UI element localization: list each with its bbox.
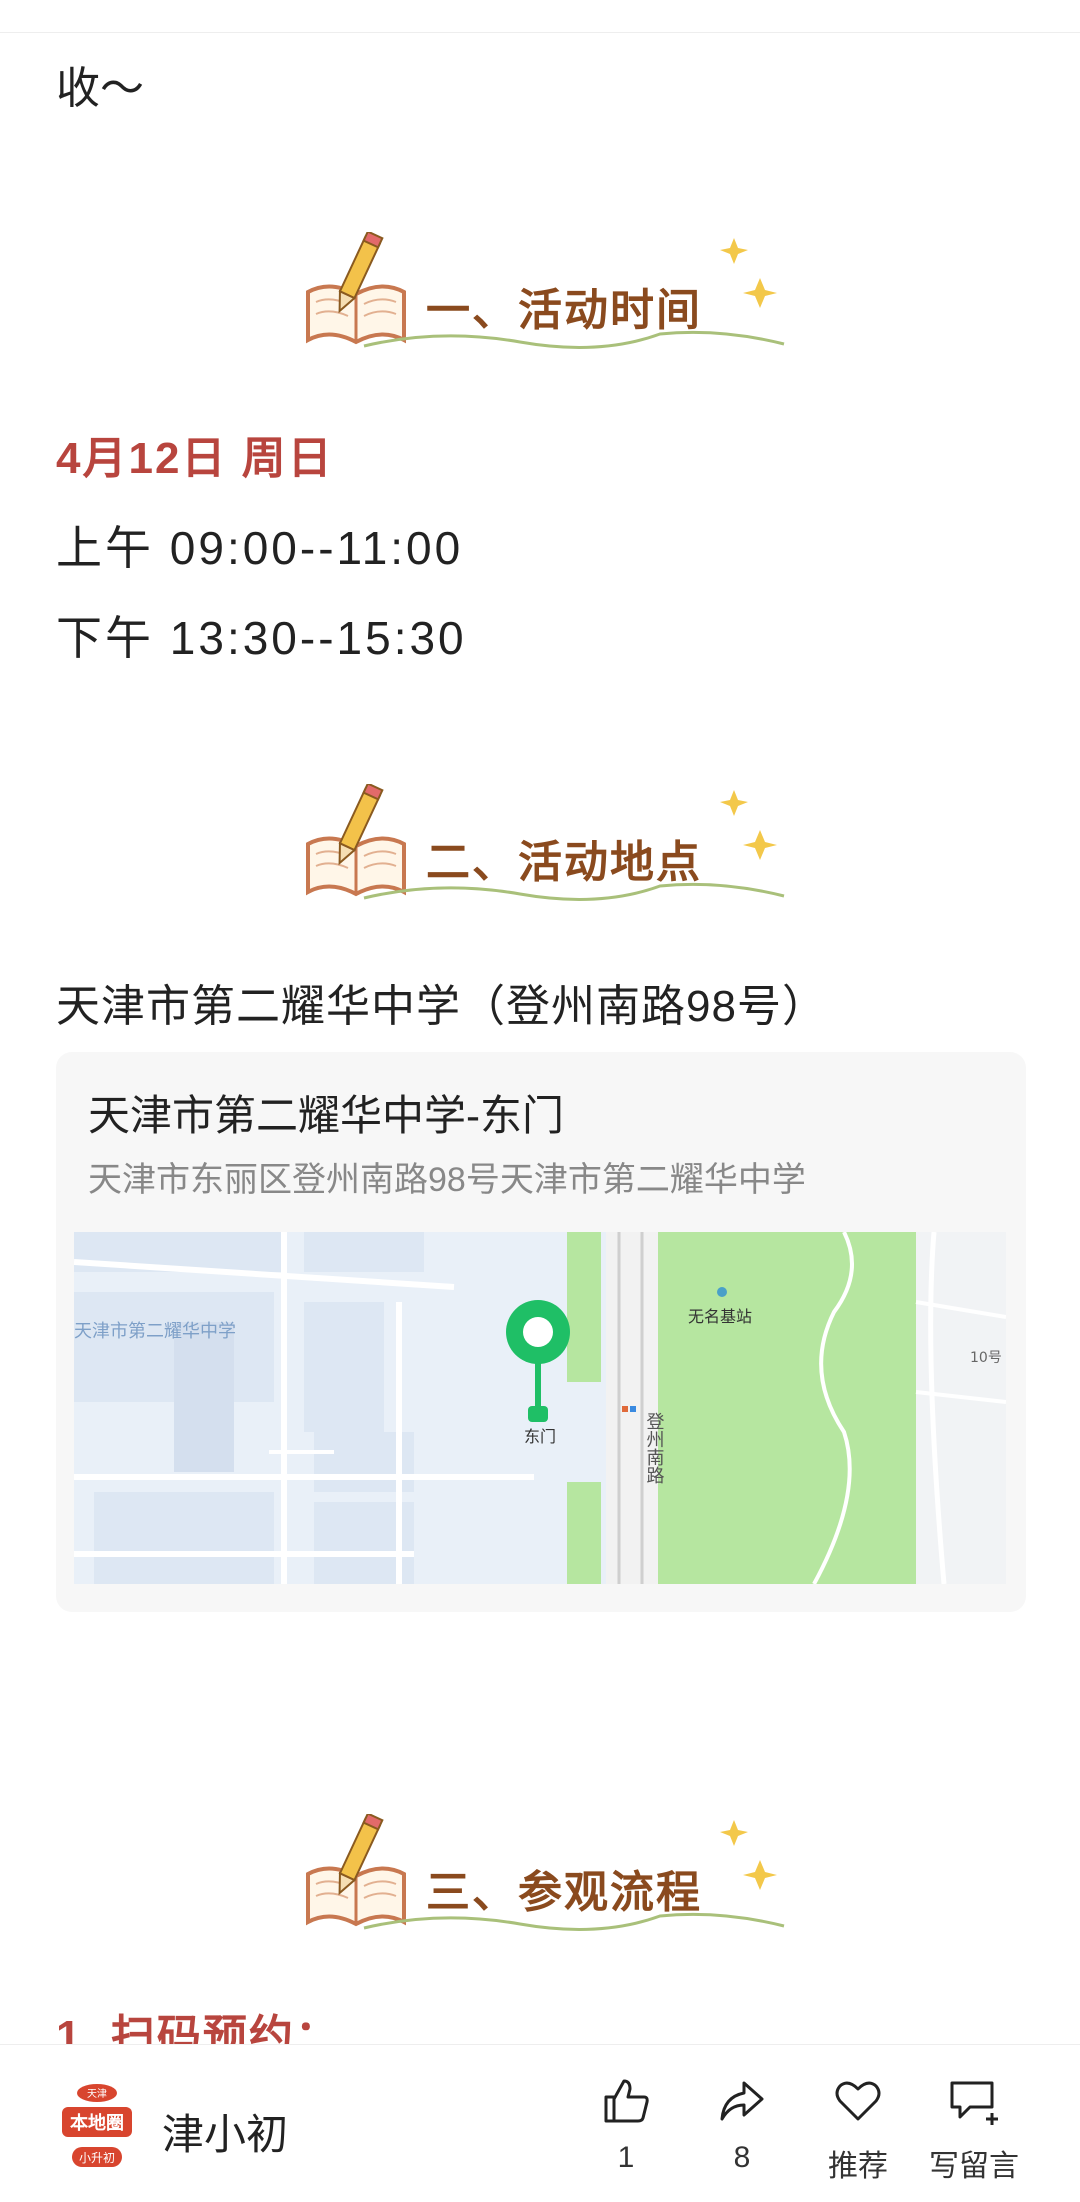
map-location-card[interactable]: 天津市第二耀华中学-东门 天津市东丽区登州南路98号天津市第二耀华中学 天津市第… xyxy=(56,1052,1026,1612)
recommend-button[interactable]: 推荐 xyxy=(808,2075,908,2185)
logo-main-text: 本地圈 xyxy=(70,2112,124,2134)
comment-label: 写留言 xyxy=(929,2150,1019,2183)
account-logo[interactable]: 天津 本地圈 小升初 xyxy=(60,2081,134,2171)
bottom-action-bar: 天津 本地圈 小升初 津小初 1 8 推荐 写留言 xyxy=(0,2044,1080,2202)
afternoon-time: 下午 13:30--15:30 xyxy=(56,612,467,664)
heart-icon xyxy=(835,2081,881,2121)
share-button[interactable]: 8 xyxy=(692,2075,792,2175)
map-card-title: 天津市第二耀华中学-东门 xyxy=(88,1092,564,1139)
location-text: 天津市第二耀华中学（登州南路98号） xyxy=(56,982,827,1031)
map-label-school: 天津市第二耀华中学 xyxy=(74,1321,236,1342)
like-button[interactable]: 1 xyxy=(576,2075,676,2175)
thumbs-up-icon xyxy=(604,2079,649,2123)
comment-add-icon xyxy=(950,2081,998,2125)
decorative-wave xyxy=(363,882,785,901)
section-header-process: 三、参观流程 xyxy=(300,1814,800,1954)
map-preview[interactable]: 天津市第二耀华中学 东门 登州南路 无名基站 10号 xyxy=(74,1232,1006,1584)
comment-button[interactable]: 写留言 xyxy=(924,2075,1024,2185)
map-label-station: 无名基站 xyxy=(688,1307,752,1326)
map-label-road: 登州南路 xyxy=(644,1412,665,1484)
logo-top-text: 天津 xyxy=(87,2088,107,2100)
top-divider xyxy=(0,0,1080,33)
continued-text: 收～ xyxy=(56,64,144,113)
section-header-location: 二、活动地点 xyxy=(300,784,800,924)
decorative-wave xyxy=(363,1912,785,1931)
section-header-time: 一、活动时间 xyxy=(300,232,800,372)
sparkle-stars-icon xyxy=(720,790,777,860)
logo-sub-text: 小升初 xyxy=(79,2151,115,2165)
map-card-address: 天津市东丽区登州南路98号天津市第二耀华中学 xyxy=(88,1161,806,1199)
recommend-label: 推荐 xyxy=(828,2150,888,2183)
morning-time: 上午 09:00--11:00 xyxy=(56,522,464,574)
event-date: 4月12日 周日 xyxy=(56,434,334,483)
share-arrow-icon xyxy=(720,2081,764,2121)
decorative-wave xyxy=(363,330,785,349)
map-label-gate: 东门 xyxy=(524,1427,556,1446)
station-icon xyxy=(717,1287,727,1297)
sparkle-stars-icon xyxy=(720,1820,777,1890)
sparkle-stars-icon xyxy=(720,238,777,308)
map-label-building: 10号 xyxy=(970,1350,1002,1366)
account-name[interactable]: 津小初 xyxy=(162,2101,288,2162)
like-count: 1 xyxy=(617,2141,635,2174)
share-count: 8 xyxy=(733,2141,751,2174)
